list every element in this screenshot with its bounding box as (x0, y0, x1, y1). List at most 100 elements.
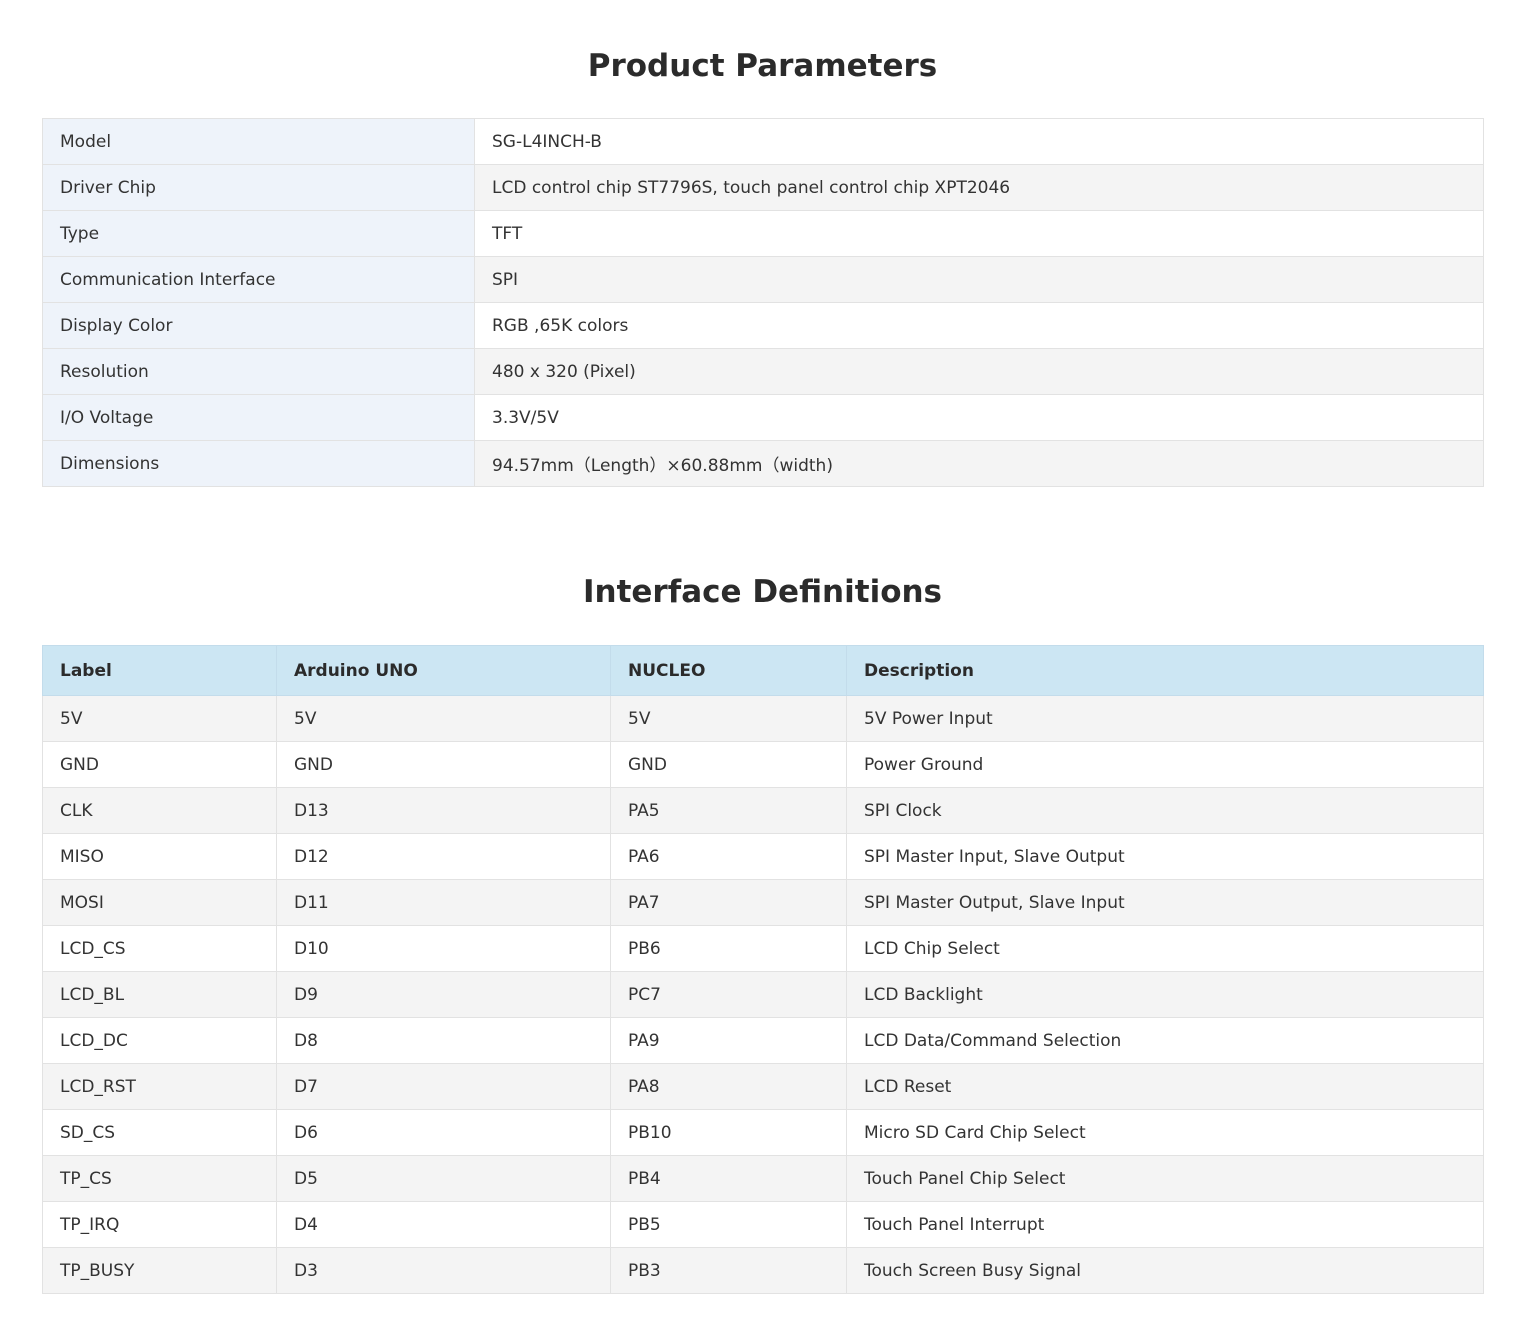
table-row: TP_IRQ D4 PB5 Touch Panel Interrupt (42, 1201, 1484, 1248)
pin-description: LCD Data/Command Selection (846, 1017, 1484, 1064)
arduino-uno-pin: D5 (276, 1155, 611, 1202)
product-parameters-title: Product Parameters (587, 48, 938, 84)
parameter-row: Driver Chip LCD control chip ST7796S, tou… (42, 164, 1484, 211)
arduino-uno-pin: 5V (276, 695, 611, 742)
nucleo-pin: PA6 (610, 833, 847, 880)
pin-label: CLK (42, 787, 277, 834)
pin-description: Touch Screen Busy Signal (846, 1247, 1484, 1294)
parameter-name: Model (42, 118, 475, 165)
nucleo-pin: PA7 (610, 879, 847, 926)
table-row: LCD_BL D9 PC7 LCD Backlight (42, 971, 1484, 1018)
parameter-row: Display Color RGB ,65K colors (42, 302, 1484, 349)
arduino-uno-pin: D13 (276, 787, 611, 834)
arduino-uno-pin: D9 (276, 971, 611, 1018)
pin-label: MOSI (42, 879, 277, 926)
nucleo-pin: PC7 (610, 971, 847, 1018)
parameter-value: 480 x 320 (Pixel) (474, 348, 1484, 395)
column-header-label: Label (42, 645, 277, 696)
parameter-value: TFT (474, 210, 1484, 257)
arduino-uno-pin: D12 (276, 833, 611, 880)
pin-description: Touch Panel Chip Select (846, 1155, 1484, 1202)
pin-label: LCD_RST (42, 1063, 277, 1110)
table-row: 5V 5V 5V 5V Power Input (42, 695, 1484, 742)
arduino-uno-pin: D6 (276, 1109, 611, 1156)
parameter-row: I/O Voltage 3.3V/5V (42, 394, 1484, 441)
pin-description: Micro SD Card Chip Select (846, 1109, 1484, 1156)
parameter-value: LCD control chip ST7796S, touch panel co… (474, 164, 1484, 211)
pin-description: Power Ground (846, 741, 1484, 788)
nucleo-pin: PA5 (610, 787, 847, 834)
table-row: LCD_CS D10 PB6 LCD Chip Select (42, 925, 1484, 972)
column-header-arduino-uno: Arduino UNO (276, 645, 611, 696)
parameter-name: I/O Voltage (42, 394, 475, 441)
pin-description: SPI Master Output, Slave Input (846, 879, 1484, 926)
parameter-name: Driver Chip (42, 164, 475, 211)
pin-description: LCD Backlight (846, 971, 1484, 1018)
nucleo-pin: PB3 (610, 1247, 847, 1294)
parameter-name: Display Color (42, 302, 475, 349)
parameter-name: Type (42, 210, 475, 257)
pin-description: SPI Clock (846, 787, 1484, 834)
nucleo-pin: PB5 (610, 1201, 847, 1248)
pin-label: TP_IRQ (42, 1201, 277, 1248)
arduino-uno-pin: GND (276, 741, 611, 788)
parameter-value: SG-L4INCH-B (474, 118, 1484, 165)
pin-label: LCD_CS (42, 925, 277, 972)
table-row: SD_CS D6 PB10 Micro SD Card Chip Select (42, 1109, 1484, 1156)
nucleo-pin: PB4 (610, 1155, 847, 1202)
nucleo-pin: 5V (610, 695, 847, 742)
parameter-row: Resolution 480 x 320 (Pixel) (42, 348, 1484, 395)
pin-label: GND (42, 741, 277, 788)
parameter-name: Dimensions (42, 440, 475, 487)
pin-label: LCD_DC (42, 1017, 277, 1064)
arduino-uno-pin: D7 (276, 1063, 611, 1110)
pin-description: SPI Master Input, Slave Output (846, 833, 1484, 880)
table-row: LCD_DC D8 PA9 LCD Data/Command Selection (42, 1017, 1484, 1064)
parameter-value: 3.3V/5V (474, 394, 1484, 441)
arduino-uno-pin: D3 (276, 1247, 611, 1294)
pin-label: TP_BUSY (42, 1247, 277, 1294)
arduino-uno-pin: D10 (276, 925, 611, 972)
nucleo-pin: PA8 (610, 1063, 847, 1110)
nucleo-pin: GND (610, 741, 847, 788)
pin-label: SD_CS (42, 1109, 277, 1156)
parameter-row: Type TFT (42, 210, 1484, 257)
parameter-row: Model SG-L4INCH-B (42, 118, 1484, 165)
table-row: MOSI D11 PA7 SPI Master Output, Slave Input (42, 879, 1484, 926)
arduino-uno-pin: D4 (276, 1201, 611, 1248)
pin-label: LCD_BL (42, 971, 277, 1018)
parameter-value: SPI (474, 256, 1484, 303)
nucleo-pin: PB6 (610, 925, 847, 972)
product-parameters-body: Model SG-L4INCH-B Driver Chip LCD control c… (42, 118, 1484, 487)
header-row: Label Arduino UNO NUCLEO Description (42, 645, 1484, 696)
pin-description: LCD Reset (846, 1063, 1484, 1110)
table-row: GND GND GND Power Ground (42, 741, 1484, 788)
parameter-name: Resolution (42, 348, 475, 395)
pin-label: MISO (42, 833, 277, 880)
column-header-description: Description (846, 645, 1484, 696)
parameter-row: Dimensions 94.57mm（Length）×60.88mm（width) (42, 440, 1484, 487)
product-parameters-table: Model SG-L4INCH-B Driver Chip LCD control c… (42, 118, 1484, 487)
table-row: CLK D13 PA5 SPI Clock (42, 787, 1484, 834)
nucleo-pin: PB10 (610, 1109, 847, 1156)
interface-definitions-table: Label Arduino UNO NUCLEO Description 5V 5V 5V… (42, 645, 1484, 1294)
parameter-value: 94.57mm（Length）×60.88mm（width) (474, 440, 1484, 487)
pin-description: 5V Power Input (846, 695, 1484, 742)
interface-table-header: Label Arduino UNO NUCLEO Description (42, 645, 1484, 696)
table-row: LCD_RST D7 PA8 LCD Reset (42, 1063, 1484, 1110)
table-row: MISO D12 PA6 SPI Master Input, Slave Output (42, 833, 1484, 880)
nucleo-pin: PA9 (610, 1017, 847, 1064)
interface-definitions-title: Interface Definitions (582, 574, 943, 610)
table-row: TP_CS D5 PB4 Touch Panel Chip Select (42, 1155, 1484, 1202)
interface-definitions-body: 5V 5V 5V 5V Power Input GND GND GND Power Groun… (42, 695, 1484, 1294)
parameter-value: RGB ,65K colors (474, 302, 1484, 349)
parameter-row: Communication Interface SPI (42, 256, 1484, 303)
arduino-uno-pin: D8 (276, 1017, 611, 1064)
pin-label: TP_CS (42, 1155, 277, 1202)
table-row: TP_BUSY D3 PB3 Touch Screen Busy Signal (42, 1247, 1484, 1294)
pin-label: 5V (42, 695, 277, 742)
parameter-name: Communication Interface (42, 256, 475, 303)
pin-description: LCD Chip Select (846, 925, 1484, 972)
pin-description: Touch Panel Interrupt (846, 1201, 1484, 1248)
column-header-nucleo: NUCLEO (610, 645, 847, 696)
